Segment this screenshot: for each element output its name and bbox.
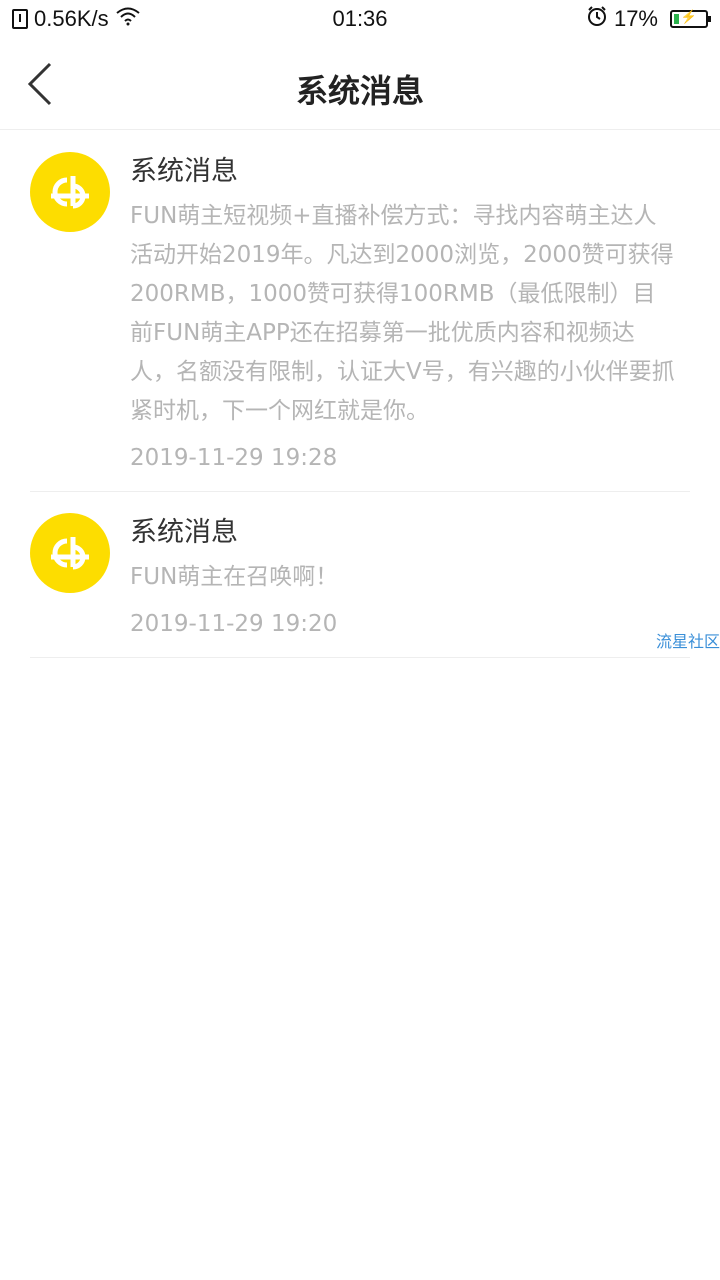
message-body: FUN萌主在召唤啊！: [130, 564, 339, 590]
watermark-text: 流星社区: [655, 632, 720, 651]
message-item[interactable]: 系统消息 FUN萌主在召唤啊！ 2019-11-29 19:20: [30, 492, 690, 658]
avatar: [30, 513, 110, 593]
alarm-icon: [586, 5, 608, 33]
message-item[interactable]: 系统消息 FUN萌主短视频+直播补偿方式：寻找内容萌主达人活动开始2019年。凡…: [30, 131, 690, 492]
status-left: 0.56K/s: [12, 6, 141, 32]
battery-percent: 17%: [613, 6, 658, 31]
message-body: FUN萌主短视频+直播补偿方式：寻找内容萌主达人活动开始2019年。凡达到200…: [130, 203, 675, 424]
message-time: 2019-11-29 19:20: [130, 611, 338, 637]
avatar: [30, 152, 110, 232]
charging-bolt-icon: ⚡: [680, 9, 698, 24]
battery-icon: ⚡: [670, 9, 711, 28]
message-list: 系统消息 FUN萌主短视频+直播补偿方式：寻找内容萌主达人活动开始2019年。凡…: [0, 131, 720, 658]
app-logo-icon: [51, 537, 89, 570]
sim-alert-icon: [12, 9, 28, 29]
message-title: 系统消息: [130, 517, 238, 548]
page-title: 系统消息: [295, 72, 424, 110]
status-right: 17% ⚡: [586, 5, 711, 33]
wifi-icon: [115, 6, 141, 32]
message-title: 系统消息: [130, 156, 238, 187]
app-logo-icon: [51, 176, 89, 209]
network-speed: 0.56K/s: [34, 6, 109, 31]
nav-header: 系统消息: [0, 38, 720, 130]
message-time: 2019-11-29 19:28: [130, 445, 338, 471]
status-bar: 0.56K/s 01:36 17% ⚡: [0, 0, 720, 38]
